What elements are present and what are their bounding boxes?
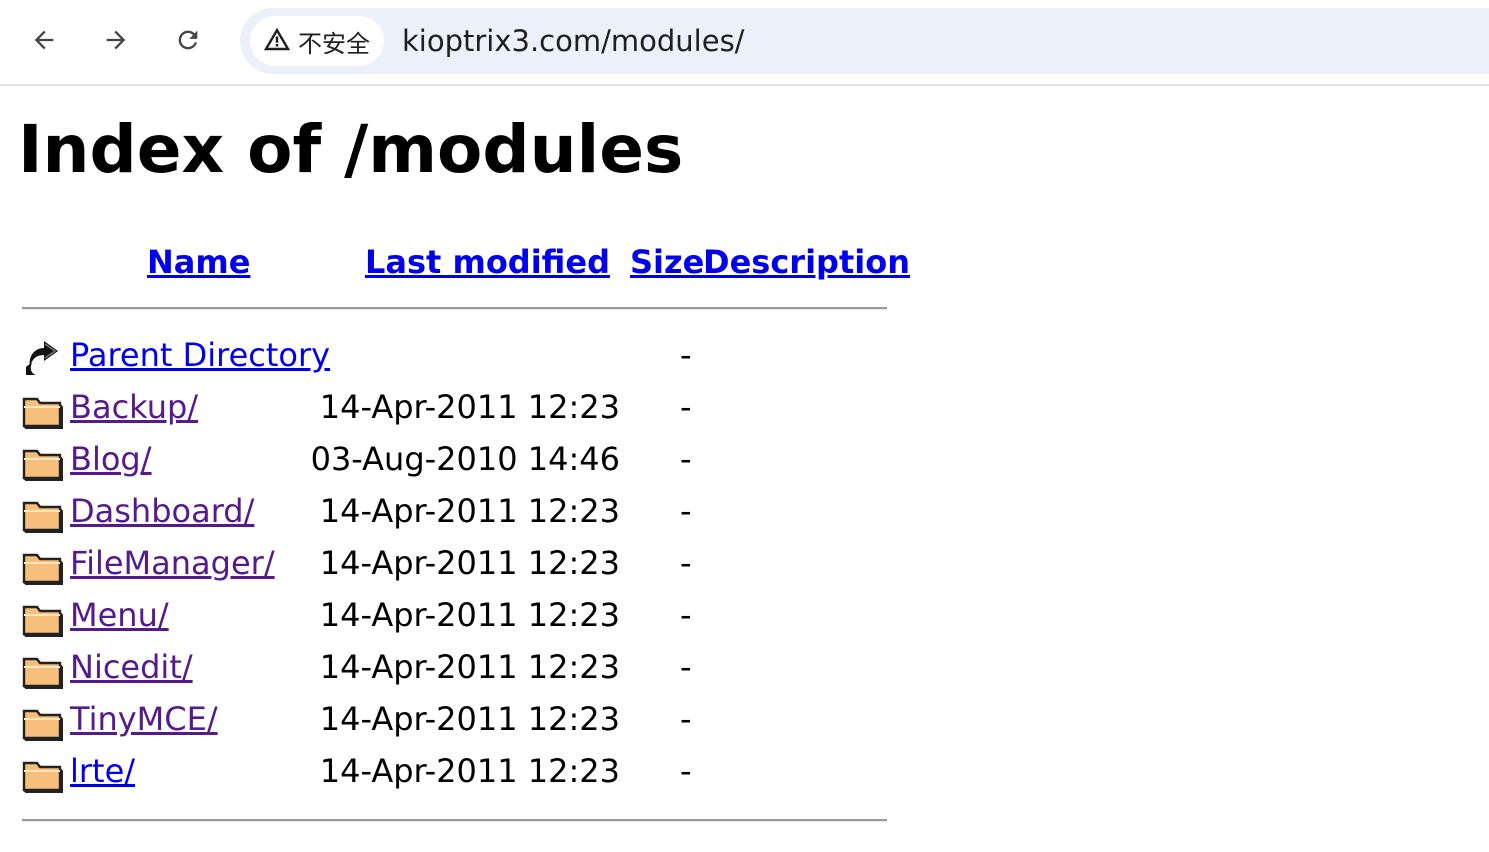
back-button[interactable] bbox=[22, 20, 66, 64]
list-item: Backup/ 14-Apr-2011 12:23 - bbox=[22, 385, 922, 437]
browser-toolbar: 不安全 kioptrix3.com/modules/ bbox=[0, 0, 1489, 86]
folder-icon bbox=[22, 493, 64, 535]
arrow-left-icon bbox=[30, 26, 58, 58]
sort-by-last-modified-link[interactable]: Last modified bbox=[365, 242, 610, 282]
file-size: - bbox=[680, 648, 692, 686]
list-item: Blog/ 03-Aug-2010 14:46 - bbox=[22, 437, 922, 489]
security-chip[interactable]: 不安全 bbox=[250, 16, 384, 66]
arrow-right-icon bbox=[102, 26, 130, 58]
sort-by-description-link[interactable]: Description bbox=[703, 242, 910, 282]
file-size: - bbox=[680, 596, 692, 634]
last-modified: 14-Apr-2011 12:23 bbox=[319, 388, 620, 426]
file-size: - bbox=[680, 752, 692, 790]
list-item: Menu/ 14-Apr-2011 12:23 - bbox=[22, 593, 922, 645]
folder-icon bbox=[22, 753, 64, 795]
file-size: - bbox=[680, 492, 692, 530]
last-modified: 14-Apr-2011 12:23 bbox=[319, 492, 620, 530]
reload-button[interactable] bbox=[166, 20, 210, 64]
list-item: Nicedit/ 14-Apr-2011 12:23 - bbox=[22, 645, 922, 697]
last-modified: 14-Apr-2011 12:23 bbox=[319, 544, 620, 582]
page-title: Index of /modules bbox=[18, 111, 684, 188]
folder-icon bbox=[22, 545, 64, 587]
folder-link-dashboard[interactable]: Dashboard/ bbox=[70, 491, 254, 531]
sort-by-name-link[interactable]: Name bbox=[147, 242, 250, 282]
folder-link-backup[interactable]: Backup/ bbox=[70, 387, 198, 427]
file-size: - bbox=[680, 336, 692, 374]
folder-icon bbox=[22, 389, 64, 431]
reload-icon bbox=[174, 26, 202, 58]
last-modified: 14-Apr-2011 12:23 bbox=[319, 700, 620, 738]
parent-directory-link[interactable]: Parent Directory bbox=[70, 335, 330, 375]
folder-link-lrte[interactable]: lrte/ bbox=[70, 751, 135, 791]
last-modified: 14-Apr-2011 12:23 bbox=[319, 596, 620, 634]
folder-icon bbox=[22, 441, 64, 483]
sort-by-size-link[interactable]: Size bbox=[630, 242, 704, 282]
last-modified: 03-Aug-2010 14:46 bbox=[310, 440, 620, 478]
folder-link-blog[interactable]: Blog/ bbox=[70, 439, 152, 479]
list-item: Dashboard/ 14-Apr-2011 12:23 - bbox=[22, 489, 922, 541]
forward-button[interactable] bbox=[94, 20, 138, 64]
folder-icon bbox=[22, 597, 64, 639]
file-size: - bbox=[680, 700, 692, 738]
folder-link-filemanager[interactable]: FileManager/ bbox=[70, 543, 275, 583]
list-item: TinyMCE/ 14-Apr-2011 12:23 - bbox=[22, 697, 922, 749]
list-item: FileManager/ 14-Apr-2011 12:23 - bbox=[22, 541, 922, 593]
parent-directory-icon bbox=[22, 337, 64, 379]
list-item: Parent Directory - bbox=[22, 333, 922, 385]
url-text[interactable]: kioptrix3.com/modules/ bbox=[402, 22, 744, 60]
folder-icon bbox=[22, 649, 64, 691]
folder-link-tinymce[interactable]: TinyMCE/ bbox=[70, 699, 218, 739]
address-bar[interactable]: 不安全 kioptrix3.com/modules/ bbox=[240, 8, 1489, 74]
folder-link-menu[interactable]: Menu/ bbox=[70, 595, 169, 635]
last-modified: 14-Apr-2011 12:23 bbox=[319, 752, 620, 790]
folder-icon bbox=[22, 701, 64, 743]
file-size: - bbox=[680, 440, 692, 478]
folder-link-nicedit[interactable]: Nicedit/ bbox=[70, 647, 193, 687]
list-item: lrte/ 14-Apr-2011 12:23 - bbox=[22, 749, 922, 801]
file-size: - bbox=[680, 544, 692, 582]
divider-bottom bbox=[22, 819, 887, 822]
warning-triangle-icon bbox=[262, 24, 292, 58]
security-label: 不安全 bbox=[298, 29, 370, 58]
last-modified: 14-Apr-2011 12:23 bbox=[319, 648, 620, 686]
divider-top bbox=[22, 307, 887, 310]
file-size: - bbox=[680, 388, 692, 426]
